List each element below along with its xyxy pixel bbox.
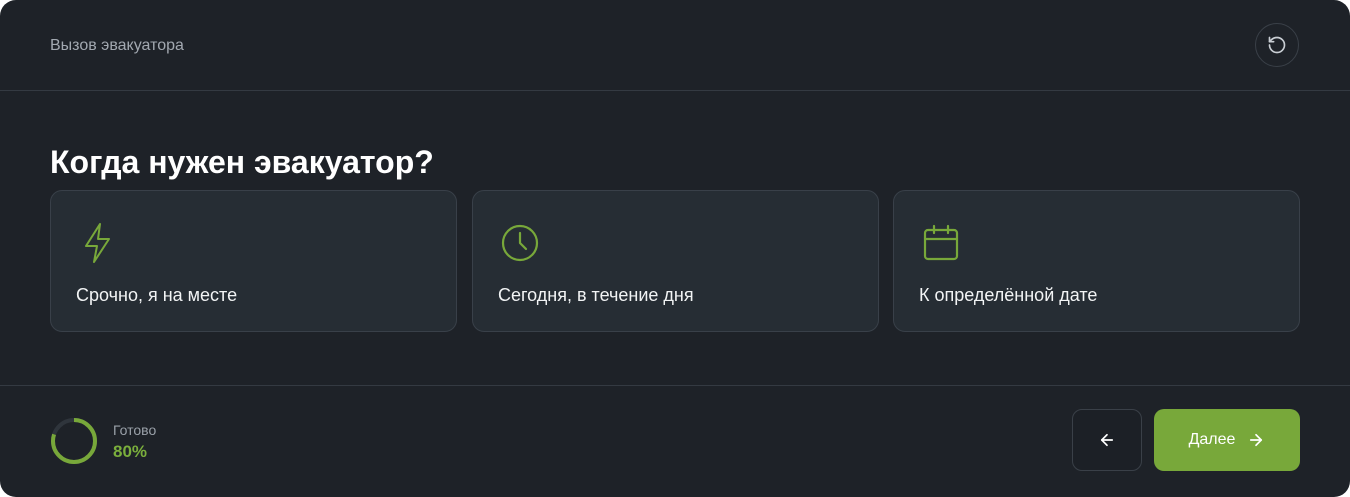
rotate-ccw-icon xyxy=(1267,35,1287,55)
reset-button[interactable] xyxy=(1255,23,1299,67)
progress-ring xyxy=(50,417,98,465)
arrow-right-icon xyxy=(1247,431,1265,449)
progress-value: 80% xyxy=(113,442,148,461)
option-label: Срочно, я на месте xyxy=(76,285,238,305)
wizard-title: Вызов эвакуатора xyxy=(50,37,184,54)
question-title: Когда нужен эвакуатор? xyxy=(50,144,434,180)
option-label: Сегодня, в течение дня xyxy=(498,285,694,305)
option-today[interactable]: Сегодня, в течение дня xyxy=(472,190,879,332)
back-button[interactable] xyxy=(1072,409,1142,471)
option-date[interactable]: К определённой дате xyxy=(893,190,1300,332)
progress-caption: Готово xyxy=(113,422,157,438)
option-list: Срочно, я на месте Сегодня, в течение дн… xyxy=(50,190,1300,332)
next-button-label: Далее xyxy=(1188,431,1236,448)
wizard-footer: Готово 80% Далее xyxy=(0,385,1350,497)
arrow-left-icon xyxy=(1098,431,1116,449)
option-label: К определённой дате xyxy=(919,285,1098,305)
option-urgent[interactable]: Срочно, я на месте xyxy=(50,190,457,332)
lightning-icon xyxy=(76,221,120,265)
clock-icon xyxy=(498,221,542,265)
wizard-header: Вызов эвакуатора xyxy=(0,0,1350,91)
next-button[interactable]: Далее xyxy=(1154,409,1300,471)
tow-truck-wizard: Вызов эвакуатора Когда нужен эвакуатор? … xyxy=(0,0,1350,497)
calendar-icon xyxy=(919,221,963,265)
